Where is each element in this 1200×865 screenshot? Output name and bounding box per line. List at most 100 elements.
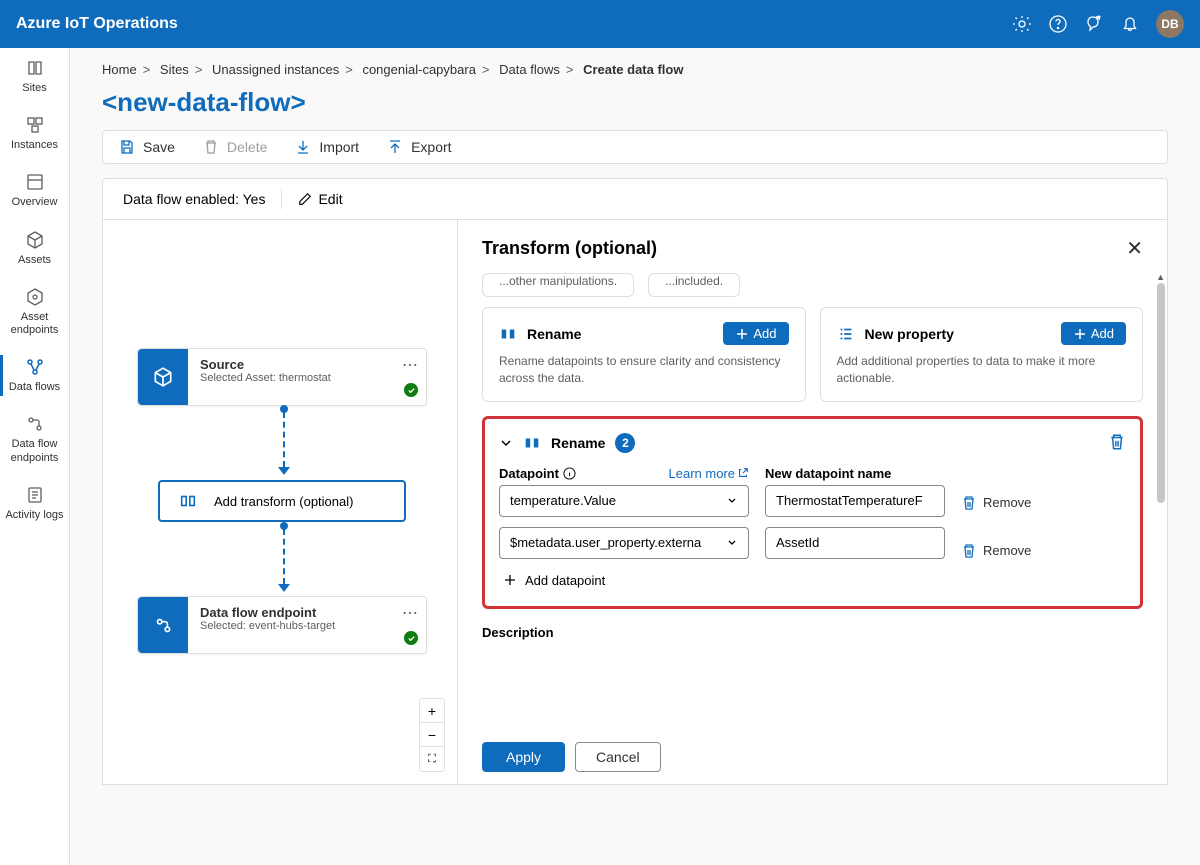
user-avatar[interactable]: DB [1156, 10, 1184, 38]
sidebar-item-activity-logs[interactable]: Activity logs [0, 475, 69, 532]
newname-label: New datapoint name [765, 466, 945, 481]
page-title: <new-data-flow> [70, 85, 1200, 130]
add-rename-button[interactable]: Add [723, 322, 788, 345]
save-button[interactable]: Save [119, 139, 175, 155]
instances-icon [25, 115, 45, 135]
remove-row-1[interactable]: Remove [961, 543, 1031, 559]
feedback-icon[interactable] [1084, 14, 1104, 34]
node-menu-icon[interactable]: ⋯ [402, 603, 418, 623]
data-flow-enabled-label: Data flow enabled: Yes [123, 191, 265, 207]
breadcrumb-unassigned[interactable]: Unassigned instances [212, 62, 339, 77]
add-property-button[interactable]: Add [1061, 322, 1126, 345]
sidebar-item-overview[interactable]: Overview [0, 162, 69, 219]
transform-panel: Transform (optional) ✕ ...other manipula… [458, 220, 1167, 784]
activity-icon [25, 485, 45, 505]
plus-icon [1073, 327, 1087, 341]
endpoint-icon [138, 597, 188, 653]
notifications-icon[interactable] [1120, 14, 1140, 34]
status-bar: Data flow enabled: Yes Edit [102, 178, 1168, 220]
delete-button: Delete [203, 139, 267, 155]
scrollbar-thumb[interactable] [1157, 283, 1165, 503]
add-datapoint-button[interactable]: Add datapoint [499, 569, 1126, 592]
cube-icon [138, 349, 188, 405]
plus-icon [503, 573, 517, 587]
breadcrumb-home[interactable]: Home [102, 62, 137, 77]
save-icon [119, 139, 135, 155]
external-link-icon [737, 467, 749, 479]
df-endpoints-icon [25, 414, 45, 434]
truncated-card-right: ...included. [648, 273, 740, 297]
newname-input-0[interactable] [765, 485, 945, 517]
add-transform-node[interactable]: Add transform (optional) [158, 480, 406, 522]
toolbar: Save Delete Import Export [102, 130, 1168, 164]
sidebar-item-instances[interactable]: Instances [0, 105, 69, 162]
product-title: Azure IoT Operations [16, 15, 178, 33]
breadcrumb: Home> Sites> Unassigned instances> conge… [70, 48, 1200, 85]
datapoint-select-0[interactable]: temperature.Value [499, 485, 749, 517]
learn-more-link[interactable]: Learn more [669, 466, 749, 481]
transform-icon [174, 492, 202, 510]
cancel-button[interactable]: Cancel [575, 742, 661, 772]
source-node[interactable]: Source Selected Asset: thermostat ⋯ [137, 348, 427, 406]
sidebar-item-data-flows[interactable]: Data flows [0, 347, 69, 404]
zoom-out-button[interactable]: − [420, 723, 444, 747]
apply-button[interactable]: Apply [482, 742, 565, 772]
rename-icon [499, 325, 517, 343]
close-icon[interactable]: ✕ [1126, 236, 1143, 261]
rename-section-header[interactable]: Rename 2 [499, 433, 1126, 454]
datapoint-select-1[interactable]: $metadata.user_property.externa [499, 527, 749, 559]
rename-icon [523, 434, 541, 452]
dataflows-icon [25, 357, 45, 377]
app-header: Azure IoT Operations DB [0, 0, 1200, 48]
settings-icon[interactable] [1012, 14, 1032, 34]
zoom-controls: + − ⛶ [419, 698, 445, 772]
sidebar-item-assets[interactable]: Assets [0, 220, 69, 277]
rename-section-highlight: Rename 2 Datapoint [482, 416, 1143, 609]
assets-icon [25, 230, 45, 250]
pencil-icon [298, 192, 312, 206]
check-icon [404, 383, 418, 397]
node-menu-icon[interactable]: ⋯ [402, 355, 418, 375]
delete-section-button[interactable] [1108, 433, 1126, 454]
list-icon [837, 325, 855, 343]
trash-icon [961, 543, 977, 559]
export-button[interactable]: Export [387, 139, 451, 155]
delete-icon [203, 139, 219, 155]
datapoint-label: Datapoint [499, 466, 576, 481]
panel-title: Transform (optional) [482, 238, 657, 259]
main-content: Home> Sites> Unassigned instances> conge… [70, 48, 1200, 865]
asset-endpoints-icon [25, 287, 45, 307]
trash-icon [961, 495, 977, 511]
chevron-down-icon [726, 495, 738, 507]
zoom-in-button[interactable]: + [420, 699, 444, 723]
graph-canvas[interactable]: Source Selected Asset: thermostat ⋯ Add … [103, 220, 458, 784]
export-icon [387, 139, 403, 155]
sidebar-item-sites[interactable]: Sites [0, 48, 69, 105]
book-icon [25, 58, 45, 78]
import-button[interactable]: Import [295, 139, 359, 155]
header-actions: DB [1012, 10, 1184, 38]
breadcrumb-sites[interactable]: Sites [160, 62, 189, 77]
edit-button[interactable]: Edit [298, 191, 342, 207]
count-badge: 2 [615, 433, 635, 453]
chevron-down-icon [499, 436, 513, 450]
breadcrumb-instance[interactable]: congenial-capybara [362, 62, 475, 77]
chevron-down-icon [726, 537, 738, 549]
remove-row-0[interactable]: Remove [961, 495, 1031, 511]
description-label: Description [482, 625, 1143, 640]
info-icon[interactable] [563, 467, 576, 480]
newname-input-1[interactable] [765, 527, 945, 559]
new-property-card: New property Add Add additional properti… [820, 307, 1144, 402]
help-icon[interactable] [1048, 14, 1068, 34]
breadcrumb-current: Create data flow [583, 62, 683, 77]
plus-icon [735, 327, 749, 341]
zoom-fit-button[interactable]: ⛶ [420, 747, 444, 771]
sidebar-item-asset-endpoints[interactable]: Asset endpoints [0, 277, 69, 347]
rename-card: Rename Add Rename datapoints to ensure c… [482, 307, 806, 402]
panel-body[interactable]: ...other manipulations. ...included. Ren… [458, 273, 1167, 730]
breadcrumb-dataflows[interactable]: Data flows [499, 62, 560, 77]
trash-icon [1108, 433, 1126, 451]
sidebar-item-df-endpoints[interactable]: Data flow endpoints [0, 404, 69, 474]
endpoint-node[interactable]: Data flow endpoint Selected: event-hubs-… [137, 596, 427, 654]
scroll-up-icon[interactable]: ▲ [1156, 273, 1165, 282]
